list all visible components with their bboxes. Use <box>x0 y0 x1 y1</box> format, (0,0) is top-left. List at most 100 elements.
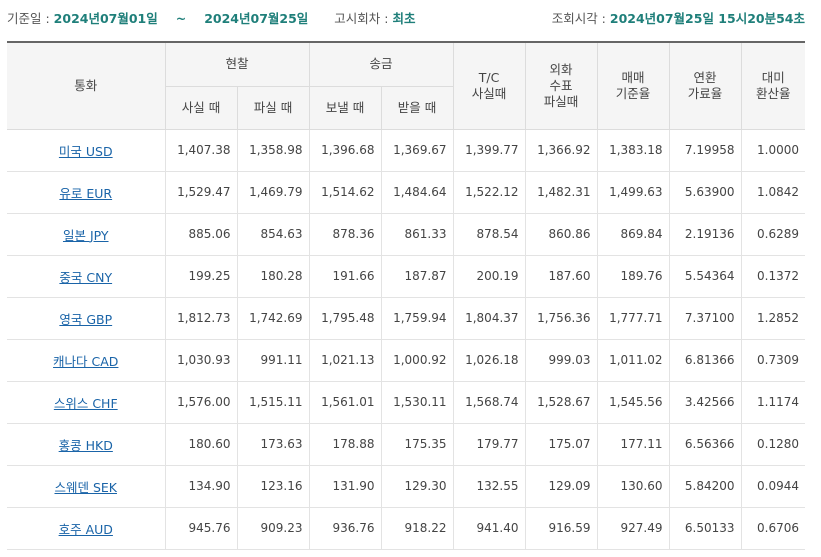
query-time-info: 조회시각 : 2024년07월25일 15시20분54초 <box>552 8 805 27</box>
table-row: 스웨덴 SEK 134.90 123.16 131.90 129.30 132.… <box>7 465 806 508</box>
remit-send-cell: 131.90 <box>308 465 382 508</box>
cash-sell-cell: 991.11 <box>236 339 310 382</box>
end-date: 2024년07월25일 <box>204 11 309 26</box>
usd-rate-cell: 0.0944 <box>740 465 806 508</box>
currency-link[interactable]: 호주 AUD <box>59 522 113 537</box>
tc-buy-cell: 1,804.37 <box>452 297 526 340</box>
cash-sell-cell: 909.23 <box>236 507 310 550</box>
remit-send-cell: 1,561.01 <box>308 381 382 424</box>
header-currency: 통화 <box>7 41 165 130</box>
remit-receive-cell: 918.22 <box>380 507 454 550</box>
remit-receive-cell: 1,530.11 <box>380 381 454 424</box>
base-rate-cell: 1,011.02 <box>596 339 670 382</box>
currency-link[interactable]: 스웨덴 SEK <box>54 480 117 495</box>
usd-rate-cell: 1.1174 <box>740 381 806 424</box>
cash-buy-cell: 180.60 <box>164 423 237 466</box>
cash-buy-cell: 1,529.47 <box>164 171 237 214</box>
remit-send-cell: 178.88 <box>308 423 382 466</box>
currency-link[interactable]: 영국 GBP <box>59 312 112 327</box>
tc-buy-cell: 1,568.74 <box>452 381 526 424</box>
remit-send-cell: 878.36 <box>308 213 382 256</box>
cash-sell-cell: 180.28 <box>236 255 310 298</box>
cash-sell-cell: 1,742.69 <box>236 297 310 340</box>
header-tc-line2: 사실때 <box>471 85 507 101</box>
usd-rate-cell: 1.0000 <box>740 129 806 172</box>
remit-send-cell: 936.76 <box>308 507 382 550</box>
base-rate-cell: 1,545.56 <box>596 381 670 424</box>
usd-rate-cell: 0.6706 <box>740 507 806 550</box>
cash-sell-cell: 1,469.79 <box>236 171 310 214</box>
table-row: 유로 EUR 1,529.47 1,469.79 1,514.62 1,484.… <box>7 171 806 214</box>
header-conversion-rate: 연환 가료율 <box>668 41 742 130</box>
remit-send-cell: 1,021.13 <box>308 339 382 382</box>
header-remit-receive: 받을 때 <box>380 86 454 130</box>
currency-cell: 스웨덴 SEK <box>7 465 165 508</box>
cash-buy-cell: 134.90 <box>164 465 237 508</box>
header-check-line3: 파실때 <box>543 93 579 109</box>
header-conv-line1: 연환 <box>693 69 717 85</box>
header-base-line1: 매매 <box>621 69 645 85</box>
currency-link[interactable]: 미국 USD <box>59 144 113 159</box>
currency-cell: 캐나다 CAD <box>7 339 165 382</box>
start-date: 2024년07월01일 <box>53 11 158 26</box>
header-check-line2: 수표 <box>549 77 573 93</box>
currency-link[interactable]: 스위스 CHF <box>54 396 118 411</box>
tc-buy-cell: 200.19 <box>452 255 526 298</box>
usd-rate-cell: 1.0842 <box>740 171 806 214</box>
remit-receive-cell: 1,369.67 <box>380 129 454 172</box>
base-rate-cell: 177.11 <box>596 423 670 466</box>
base-rate-cell: 1,383.18 <box>596 129 670 172</box>
check-sell-cell: 1,482.31 <box>524 171 598 214</box>
cash-sell-cell: 854.63 <box>236 213 310 256</box>
header-cash: 현찰 <box>164 41 310 87</box>
check-sell-cell: 999.03 <box>524 339 598 382</box>
currency-link[interactable]: 중국 CNY <box>59 270 112 285</box>
cash-sell-cell: 173.63 <box>236 423 310 466</box>
currency-link[interactable]: 일본 JPY <box>63 228 109 243</box>
remit-send-cell: 1,795.48 <box>308 297 382 340</box>
cash-buy-cell: 199.25 <box>164 255 237 298</box>
header-check-line1: 외화 <box>549 61 573 77</box>
base-rate-cell: 927.49 <box>596 507 670 550</box>
header-base-line2: 기준율 <box>615 85 651 101</box>
check-sell-cell: 916.59 <box>524 507 598 550</box>
cash-buy-cell: 1,576.00 <box>164 381 237 424</box>
conversion-rate-cell: 5.63900 <box>668 171 742 214</box>
header-cash-buy: 사실 때 <box>164 86 237 130</box>
tc-buy-cell: 1,026.18 <box>452 339 526 382</box>
notice-round-value: 최초 <box>392 11 416 26</box>
conversion-rate-cell: 7.19958 <box>668 129 742 172</box>
base-rate-cell: 1,499.63 <box>596 171 670 214</box>
query-time-value: 2024년07월25일 15시20분54초 <box>609 11 805 26</box>
cash-buy-cell: 1,407.38 <box>164 129 237 172</box>
conversion-rate-cell: 3.42566 <box>668 381 742 424</box>
tc-buy-cell: 878.54 <box>452 213 526 256</box>
exchange-rate-table: 통화 현찰 송금 T/C 사실때 외화 수표 파실때 매매 기준율 연환 가료율… <box>7 41 806 550</box>
usd-rate-cell: 1.2852 <box>740 297 806 340</box>
remit-send-cell: 191.66 <box>308 255 382 298</box>
check-sell-cell: 129.09 <box>524 465 598 508</box>
header-conv-line2: 가료율 <box>687 85 723 101</box>
table-row: 중국 CNY 199.25 180.28 191.66 187.87 200.1… <box>7 255 806 298</box>
currency-cell: 유로 EUR <box>7 171 165 214</box>
tc-buy-cell: 1,522.12 <box>452 171 526 214</box>
currency-cell: 영국 GBP <box>7 297 165 340</box>
currency-cell: 스위스 CHF <box>7 381 165 424</box>
table-row: 홍콩 HKD 180.60 173.63 178.88 175.35 179.7… <box>7 423 806 466</box>
currency-link[interactable]: 캐나다 CAD <box>53 354 118 369</box>
header-remit-send: 보낼 때 <box>308 86 382 130</box>
conversion-rate-cell: 6.50133 <box>668 507 742 550</box>
header-tc-line1: T/C <box>478 69 500 85</box>
cash-sell-cell: 1,515.11 <box>236 381 310 424</box>
currency-link[interactable]: 유로 EUR <box>59 186 112 201</box>
currency-cell: 미국 USD <box>7 129 165 172</box>
info-bar: 기준일 : 2024년07월01일 ~ 2024년07월25일 고시회차 : 최… <box>0 0 821 32</box>
check-sell-cell: 187.60 <box>524 255 598 298</box>
remit-send-cell: 1,396.68 <box>308 129 382 172</box>
currency-link[interactable]: 홍콩 HKD <box>59 438 113 453</box>
table-row: 캐나다 CAD 1,030.93 991.11 1,021.13 1,000.9… <box>7 339 806 382</box>
header-remittance: 송금 <box>308 41 454 87</box>
date-range-tilde: ~ <box>175 11 187 26</box>
currency-cell: 중국 CNY <box>7 255 165 298</box>
check-sell-cell: 1,756.36 <box>524 297 598 340</box>
